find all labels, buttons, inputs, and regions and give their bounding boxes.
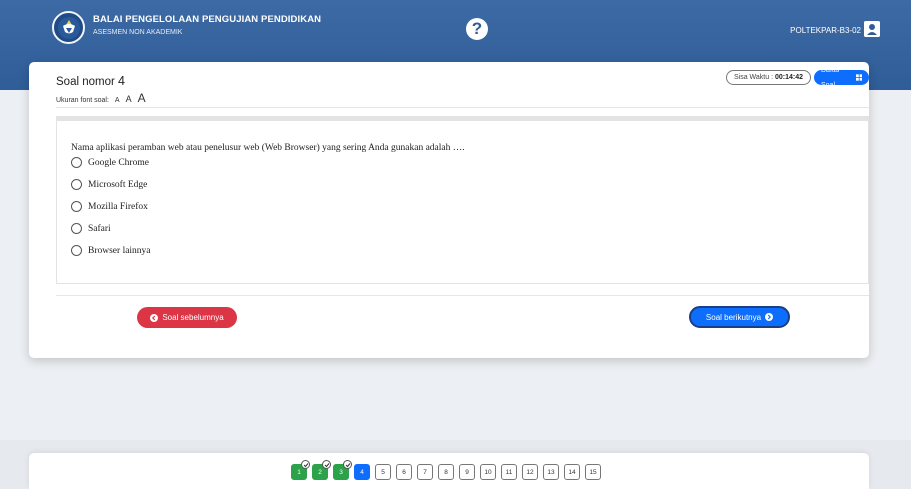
question-list-button[interactable]: Daftar Soal (814, 67, 869, 89)
user-icon[interactable] (864, 21, 880, 37)
grid-icon (855, 74, 862, 81)
answer-option[interactable]: Mozilla Firefox (71, 201, 148, 212)
question-number-label: 10 (484, 468, 492, 476)
check-icon (343, 460, 352, 469)
radio-button[interactable] (71, 223, 82, 234)
font-size-small-button[interactable]: A (115, 97, 120, 104)
answer-option-label: Safari (88, 223, 111, 234)
tut-wuri-handayani-logo (52, 11, 85, 44)
timer-value: 00:14:42 (774, 74, 804, 81)
question-number-label: 2 (318, 468, 322, 476)
question-number-label: 14 (568, 468, 576, 476)
question-number-button[interactable]: 12 (522, 464, 538, 480)
question-number-button[interactable]: 10 (480, 464, 496, 480)
chevron-right-icon (765, 313, 774, 321)
question-text: Nama aplikasi peramban web atau penelusu… (71, 143, 465, 153)
previous-question-button[interactable]: Soal sebelumnya (137, 307, 237, 328)
question-number-button[interactable]: 1 (291, 460, 310, 480)
radio-button[interactable] (71, 201, 82, 212)
question-number-label: 9 (465, 468, 469, 476)
question-number: 4 (118, 74, 125, 88)
question-number-button[interactable]: 7 (417, 464, 433, 480)
answer-option[interactable]: Google Chrome (71, 157, 149, 168)
font-size-control: Ukuran font soal: A A A (56, 91, 146, 105)
previous-question-label: Soal sebelumnya (162, 313, 224, 322)
font-size-label: Ukuran font soal: (56, 97, 109, 104)
question-box: Nama aplikasi peramban web atau penelusu… (56, 116, 869, 284)
org-title: BALAI PENGELOLAAN PENGUJIAN PENDIDIKAN (93, 14, 322, 25)
question-number-label: 5 (381, 468, 385, 476)
radio-button[interactable] (71, 157, 82, 168)
help-icon[interactable]: ? (466, 18, 488, 40)
font-size-medium-button[interactable]: A (126, 94, 132, 104)
question-number-button[interactable]: 2 (312, 460, 331, 480)
divider (56, 107, 869, 108)
font-size-large-button[interactable]: A (138, 91, 146, 105)
question-number-button[interactable]: 4 (354, 464, 370, 480)
question-navigation-panel: 1 2 3 4 5 6 7 8 9 10 11 12 13 14 15 (29, 453, 869, 489)
question-title-prefix: Soal nomor (56, 76, 115, 88)
next-question-label: Soal berikutnya (705, 312, 762, 322)
question-list-label: Daftar Soal (821, 66, 841, 89)
timer-label: Sisa Waktu : (734, 74, 774, 81)
question-number-label: 4 (360, 468, 364, 476)
question-number-button[interactable]: 13 (543, 464, 559, 480)
radio-button[interactable] (71, 245, 82, 256)
question-number-label: 11 (505, 468, 513, 476)
answer-option[interactable]: Microsoft Edge (71, 179, 147, 190)
question-number-label: 15 (589, 468, 597, 476)
question-number-label: 1 (297, 468, 301, 476)
answer-option[interactable]: Browser lainnya (71, 245, 151, 256)
remaining-time-badge: Sisa Waktu : 00:14:42 (726, 70, 812, 85)
answer-option-label: Browser lainnya (88, 245, 151, 256)
question-number-label: 8 (444, 468, 448, 476)
question-number-button[interactable]: 6 (396, 464, 412, 480)
question-title: Soal nomor 4 (56, 74, 125, 88)
question-number-button[interactable]: 14 (564, 464, 580, 480)
next-question-button[interactable]: Soal berikutnya (689, 306, 790, 328)
question-number-button[interactable]: 8 (438, 464, 454, 480)
question-number-button[interactable]: 3 (333, 460, 352, 480)
chevron-left-icon (150, 313, 159, 322)
question-number-button[interactable]: 9 (459, 464, 475, 480)
question-number-label: 6 (402, 468, 406, 476)
answer-option-label: Mozilla Firefox (88, 201, 148, 212)
question-number-button[interactable]: 15 (585, 464, 601, 480)
question-number-label: 12 (526, 468, 534, 476)
question-card: Soal nomor 4 Ukuran font soal: A A A Sis… (29, 62, 869, 358)
question-number-button[interactable]: 11 (501, 464, 517, 480)
question-number-label: 13 (547, 468, 555, 476)
question-number-button[interactable]: 5 (375, 464, 391, 480)
org-subtitle: ASESMEN NON AKADEMIK (93, 29, 183, 36)
username: POLTEKPAR-B3-02 (790, 26, 861, 35)
radio-button[interactable] (71, 179, 82, 190)
question-number-list: 1 2 3 4 5 6 7 8 9 10 11 12 13 14 15 (291, 460, 601, 480)
check-icon (322, 460, 331, 469)
question-number-label: 7 (423, 468, 427, 476)
question-number-label: 3 (339, 468, 343, 476)
answer-option-label: Microsoft Edge (88, 179, 148, 190)
answer-option[interactable]: Safari (71, 223, 111, 234)
check-icon (301, 460, 310, 469)
answer-option-label: Google Chrome (88, 157, 149, 168)
divider (56, 295, 869, 296)
